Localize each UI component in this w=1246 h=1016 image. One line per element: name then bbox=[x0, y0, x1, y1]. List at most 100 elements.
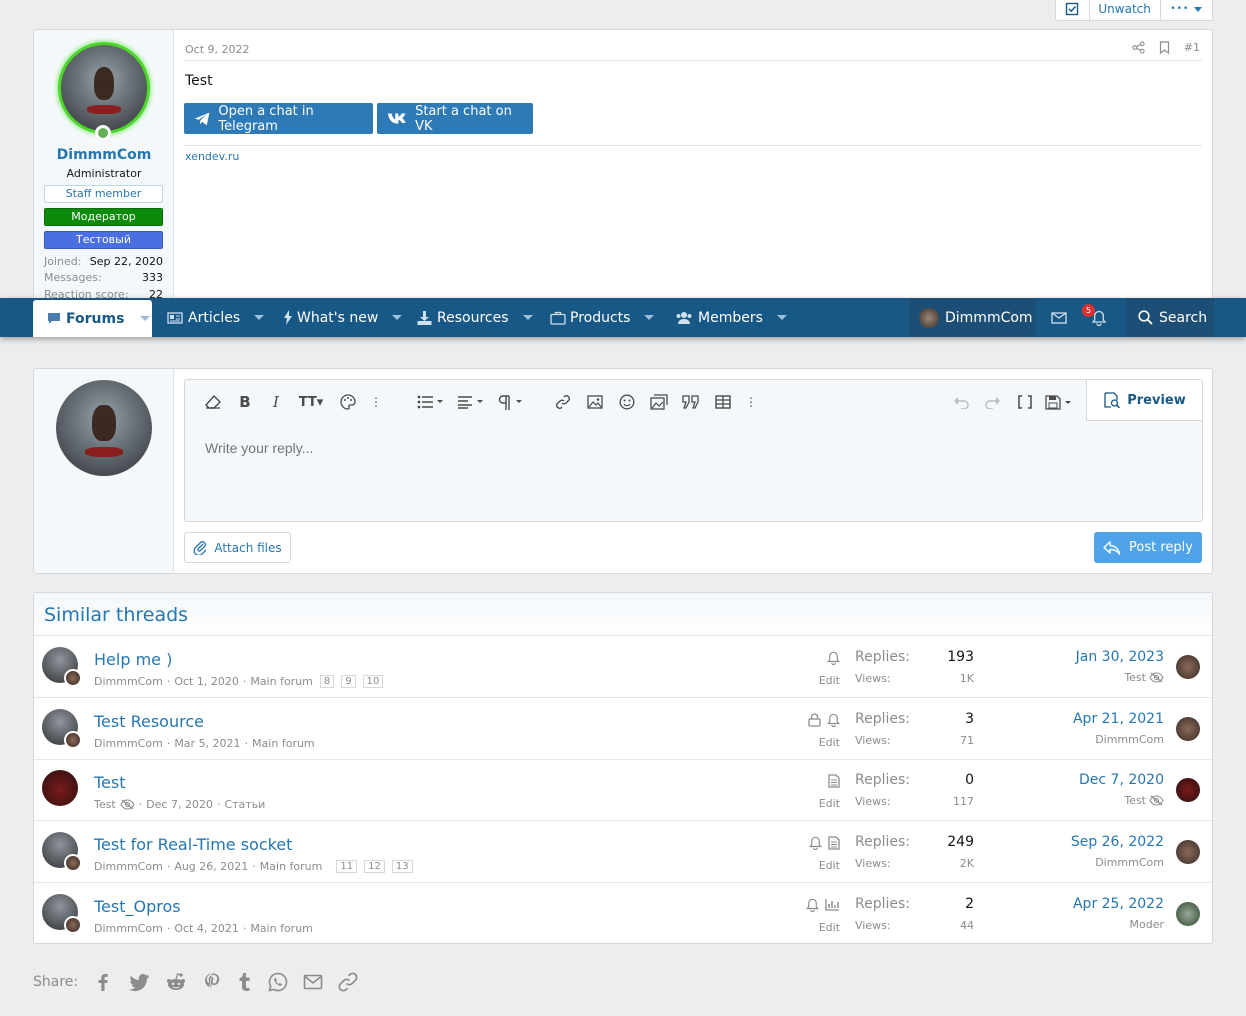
email-icon[interactable] bbox=[303, 974, 323, 990]
redo-icon[interactable] bbox=[982, 392, 1004, 412]
link-icon[interactable] bbox=[338, 972, 358, 992]
account-menu[interactable]: DimmmCom bbox=[909, 298, 1036, 337]
page-link[interactable]: 8 bbox=[319, 675, 335, 688]
list-icon[interactable] bbox=[415, 392, 447, 412]
tumblr-icon[interactable] bbox=[237, 972, 253, 992]
chevron-down-icon[interactable] bbox=[776, 315, 787, 320]
preview-button[interactable]: Preview bbox=[1086, 380, 1202, 421]
thread-author[interactable]: DimmmCom bbox=[94, 860, 163, 873]
tab-products[interactable]: Products bbox=[550, 298, 655, 337]
avatar[interactable] bbox=[58, 42, 150, 134]
bookmark-icon[interactable] bbox=[1159, 41, 1170, 54]
last-poster[interactable]: Test bbox=[1124, 794, 1164, 807]
page-link[interactable]: 13 bbox=[391, 860, 413, 873]
thread-date[interactable]: Oct 1, 2020 bbox=[174, 675, 239, 688]
palette-icon[interactable] bbox=[337, 392, 359, 412]
avatar[interactable] bbox=[42, 894, 82, 934]
media-icon[interactable] bbox=[648, 392, 670, 412]
last-poster[interactable]: Test bbox=[1124, 671, 1164, 684]
italic-icon[interactable]: I bbox=[265, 392, 287, 412]
search-button[interactable]: Search bbox=[1126, 298, 1214, 337]
tab-articles[interactable]: Articles bbox=[167, 298, 265, 337]
thread-forum[interactable]: Main forum bbox=[250, 675, 313, 688]
thread-title[interactable]: Help me ) bbox=[94, 650, 172, 669]
last-post-date[interactable]: Jan 30, 2023 bbox=[1076, 649, 1164, 665]
last-post-date[interactable]: Apr 21, 2021 bbox=[1073, 711, 1164, 727]
avatar[interactable] bbox=[42, 647, 82, 687]
thread-date[interactable]: Mar 5, 2021 bbox=[174, 737, 240, 750]
link-icon[interactable] bbox=[552, 392, 574, 412]
reply-input[interactable] bbox=[205, 440, 705, 456]
thread-forum[interactable]: Main forum bbox=[260, 860, 323, 873]
avatar[interactable] bbox=[1176, 840, 1200, 864]
chevron-down-icon[interactable] bbox=[392, 315, 403, 320]
chevron-down-icon[interactable] bbox=[644, 315, 655, 320]
chevron-down-icon[interactable] bbox=[522, 315, 533, 320]
table-icon[interactable] bbox=[712, 392, 734, 412]
thread-date[interactable]: Dec 7, 2020 bbox=[146, 798, 213, 811]
attach-files-button[interactable]: Attach files bbox=[184, 532, 291, 563]
conversations-button[interactable] bbox=[1040, 298, 1077, 337]
thread-author[interactable]: DimmmCom bbox=[94, 675, 163, 688]
last-post-date[interactable]: Sep 26, 2022 bbox=[1071, 834, 1164, 850]
avatar[interactable] bbox=[42, 832, 82, 872]
chevron-down-icon[interactable] bbox=[140, 316, 151, 321]
tab-whats-new[interactable]: What's new bbox=[283, 298, 403, 337]
tab-members[interactable]: Members bbox=[675, 298, 787, 337]
thread-date[interactable]: Aug 26, 2021 bbox=[174, 860, 248, 873]
post-number[interactable]: #1 bbox=[1184, 41, 1200, 54]
last-poster[interactable]: DimmmCom bbox=[1095, 856, 1164, 869]
pinterest-icon[interactable] bbox=[202, 972, 222, 992]
facebook-icon[interactable] bbox=[93, 972, 113, 992]
edit-link[interactable]: Edit bbox=[819, 921, 840, 934]
page-link[interactable]: 11 bbox=[336, 860, 358, 873]
thread-date[interactable]: Oct 4, 2021 bbox=[174, 922, 239, 935]
last-poster[interactable]: DimmmCom bbox=[1095, 733, 1164, 746]
page-link[interactable]: 12 bbox=[364, 860, 385, 873]
thread-title[interactable]: Test Resource bbox=[94, 712, 204, 731]
avatar[interactable] bbox=[1176, 778, 1200, 802]
paragraph-icon[interactable] bbox=[494, 392, 526, 412]
alerts-button[interactable] bbox=[1078, 298, 1120, 337]
last-post-date[interactable]: Dec 7, 2020 bbox=[1079, 772, 1164, 788]
image-icon[interactable] bbox=[584, 392, 606, 412]
avatar[interactable] bbox=[1176, 655, 1200, 679]
bbcode-toggle-icon[interactable] bbox=[1014, 392, 1036, 412]
thread-forum[interactable]: Статьи bbox=[224, 798, 265, 811]
twitter-icon[interactable] bbox=[128, 972, 150, 992]
avatar[interactable] bbox=[42, 770, 78, 806]
thread-title[interactable]: Test for Real-Time socket bbox=[94, 835, 292, 854]
mark-read-button[interactable] bbox=[1056, 0, 1090, 20]
post-reply-button[interactable]: Post reply bbox=[1094, 532, 1202, 563]
edit-link[interactable]: Edit bbox=[819, 859, 840, 872]
last-post-date[interactable]: Apr 25, 2022 bbox=[1073, 896, 1164, 912]
more-options-button[interactable]: ••• bbox=[1161, 0, 1212, 20]
thread-title[interactable]: Test bbox=[94, 773, 126, 792]
bold-icon[interactable]: B bbox=[234, 392, 256, 412]
align-icon[interactable] bbox=[455, 392, 487, 412]
thread-forum[interactable]: Main forum bbox=[250, 922, 313, 935]
post-date[interactable]: Oct 9, 2022 bbox=[185, 43, 250, 56]
thread-title[interactable]: Test_Opros bbox=[94, 897, 181, 916]
last-poster[interactable]: Moder bbox=[1130, 918, 1165, 931]
reddit-icon[interactable] bbox=[165, 972, 187, 992]
telegram-chat-button[interactable]: Open a chat in Telegram bbox=[184, 103, 373, 134]
edit-link[interactable]: Edit bbox=[819, 674, 840, 687]
undo-icon[interactable] bbox=[950, 392, 972, 412]
signature-link[interactable]: xendev.ru bbox=[185, 150, 239, 163]
drafts-icon[interactable] bbox=[1044, 392, 1074, 412]
thread-author[interactable]: DimmmCom bbox=[94, 922, 163, 935]
unwatch-button[interactable]: Unwatch bbox=[1090, 0, 1161, 20]
page-link[interactable]: 10 bbox=[362, 675, 384, 688]
edit-link[interactable]: Edit bbox=[819, 736, 840, 749]
thread-author[interactable]: Test bbox=[94, 798, 116, 811]
more-text-options-icon[interactable]: ⋮ bbox=[365, 392, 387, 412]
avatar[interactable] bbox=[1176, 902, 1200, 926]
vk-chat-button[interactable]: Start a chat on VK bbox=[377, 103, 533, 134]
chevron-down-icon[interactable] bbox=[254, 315, 265, 320]
quote-icon[interactable] bbox=[680, 392, 702, 412]
avatar[interactable] bbox=[42, 709, 82, 749]
avatar[interactable] bbox=[1176, 717, 1200, 741]
post-username[interactable]: DimmmCom bbox=[34, 147, 174, 163]
page-link[interactable]: 9 bbox=[341, 675, 356, 688]
